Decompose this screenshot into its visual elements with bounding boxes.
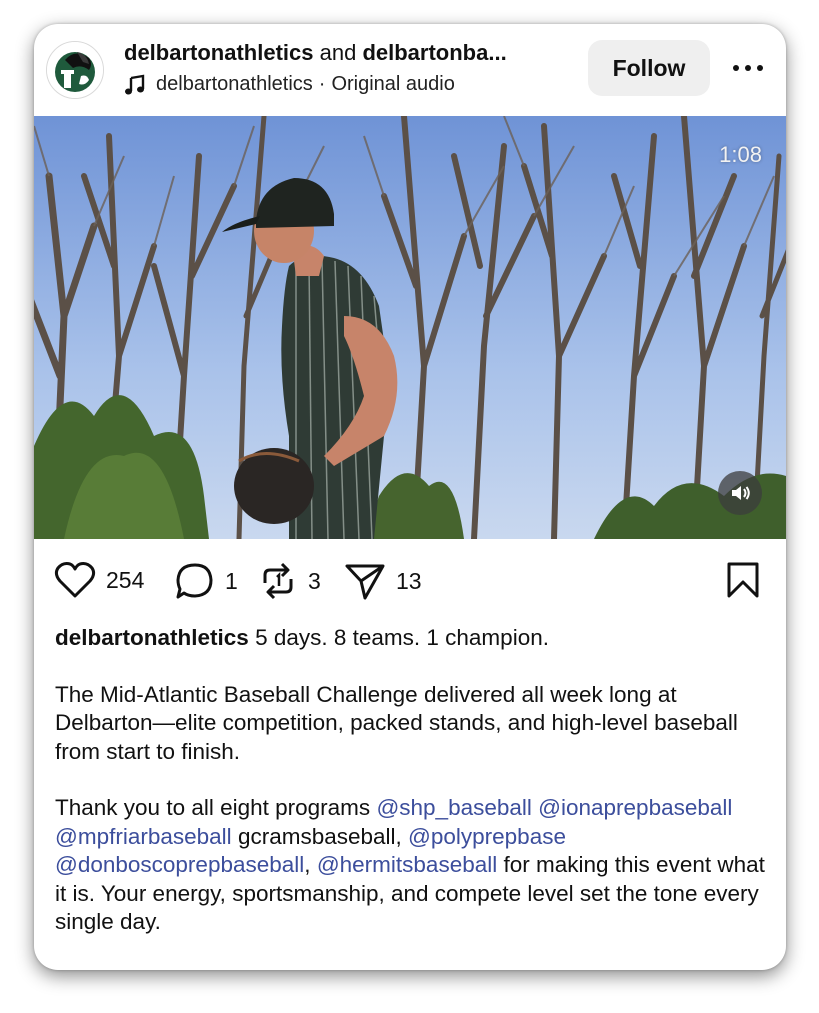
post-card: delbartonathletics and delbartonba... de… <box>34 24 786 970</box>
caption-paragraph-1: The Mid-Atlantic Baseball Challenge deli… <box>55 681 738 764</box>
send-icon <box>345 564 385 600</box>
caption-paragraph-2: Thank you to all eight programs @shp_bas… <box>55 794 770 937</box>
comment-button[interactable]: 1 <box>175 561 238 601</box>
audio-author: delbartonathletics <box>156 73 313 95</box>
mention-link[interactable]: @ionaprepbaseball <box>538 795 732 820</box>
mention-link[interactable]: @shp_baseball <box>376 795 531 820</box>
audio-label: Original audio <box>331 73 455 95</box>
caption-username[interactable]: delbartonathletics <box>55 625 249 650</box>
avatar[interactable] <box>46 41 104 99</box>
post-header: delbartonathletics and delbartonba... de… <box>34 24 786 116</box>
post-authors: delbartonathletics and delbartonba... <box>124 40 584 66</box>
mention-link[interactable]: @donboscoprepbaseball <box>55 852 304 877</box>
repost-button[interactable]: 3 <box>258 561 321 601</box>
author-secondary[interactable]: delbartonba... <box>362 40 506 65</box>
video-player[interactable]: 1:08 <box>34 116 786 539</box>
repost-count: 3 <box>308 567 321 594</box>
post-caption: delbartonathletics 5 days. 8 teams. 1 ch… <box>55 624 770 965</box>
video-frame <box>34 116 786 539</box>
caption-comma: , <box>304 852 311 877</box>
more-horizontal-icon[interactable] <box>731 54 765 82</box>
music-note-icon <box>125 74 145 94</box>
mute-toggle[interactable] <box>718 471 762 515</box>
caption-headline: 5 days. 8 teams. 1 champion. <box>255 625 549 650</box>
caption-headline-line: delbartonathletics 5 days. 8 teams. 1 ch… <box>55 624 770 653</box>
heart-icon <box>54 562 96 598</box>
author-joiner: and <box>319 40 357 65</box>
follow-button[interactable]: Follow <box>588 40 710 96</box>
author-primary[interactable]: delbartonathletics <box>124 40 313 65</box>
caption-intro: Thank you to all eight programs <box>55 795 371 820</box>
like-button[interactable]: 254 <box>54 561 144 599</box>
video-duration: 1:08 <box>719 142 762 167</box>
share-count: 13 <box>396 567 422 594</box>
repost-icon <box>263 562 293 600</box>
action-bar: 254 1 3 13 <box>34 539 786 623</box>
mention-link[interactable]: @polyprepbase <box>408 824 566 849</box>
mention-link[interactable]: @mpfriarbaseball <box>55 824 232 849</box>
audio-attribution[interactable]: delbartonathletics · Original audio <box>124 73 455 96</box>
comment-count: 1 <box>225 567 238 594</box>
like-count: 254 <box>106 566 145 593</box>
bookmark-icon[interactable] <box>726 561 760 599</box>
share-button[interactable]: 13 <box>344 561 422 601</box>
comment-icon <box>176 563 213 599</box>
volume-icon <box>732 486 750 500</box>
mention-link[interactable]: @hermitsbaseball <box>317 852 497 877</box>
caption-plain-handle: gcramsbaseball, <box>237 823 402 849</box>
audio-separator: · <box>318 73 326 95</box>
